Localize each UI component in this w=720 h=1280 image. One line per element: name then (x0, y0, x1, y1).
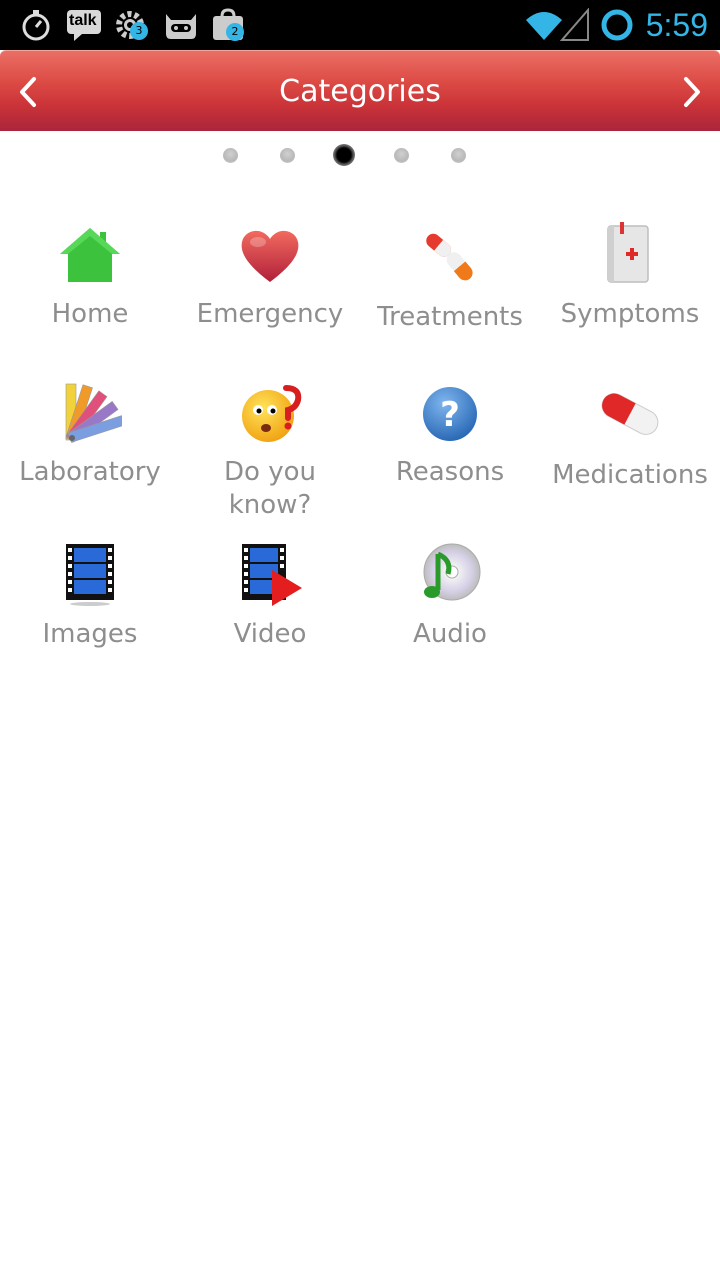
talk-label: talk (69, 12, 97, 29)
category-label: Treatments (377, 302, 523, 332)
house-icon (60, 228, 120, 282)
store-badge: 2 (226, 23, 244, 41)
music-cd-icon (423, 543, 481, 601)
cyanogen-icon (166, 14, 196, 39)
pill-icon (601, 393, 659, 435)
page-dot[interactable] (280, 148, 295, 163)
clock: 5:59 (645, 7, 708, 43)
category-laboratory[interactable]: Laboratory (0, 382, 180, 489)
category-treatments[interactable]: Treatments (360, 224, 540, 334)
category-emergency[interactable]: Emergency (180, 224, 360, 331)
category-images[interactable]: Images (0, 542, 180, 651)
talk-icon: talk (66, 8, 102, 42)
color-swatch-icon (65, 383, 122, 443)
category-label: Emergency (196, 299, 344, 329)
category-label: Video (233, 619, 307, 649)
video-play-icon (242, 544, 302, 606)
chevron-right-icon[interactable] (674, 75, 708, 109)
category-label: Do you know? (224, 457, 316, 520)
category-audio[interactable]: Audio (360, 542, 540, 651)
question-icon: ? (423, 387, 477, 441)
page-indicator (0, 143, 720, 167)
category-label: Reasons (395, 457, 505, 487)
category-reasons[interactable]: ? Reasons (360, 382, 540, 489)
page-dot[interactable] (394, 148, 409, 163)
category-home[interactable]: Home (0, 224, 180, 331)
first-aid-book-icon (607, 222, 649, 283)
page-dot-active[interactable] (333, 144, 355, 166)
svg-text:?: ? (440, 395, 460, 435)
wifi-icon (526, 12, 562, 40)
category-medications[interactable]: Medications (540, 382, 720, 492)
category-label: Laboratory (19, 457, 161, 487)
category-label: Audio (413, 619, 487, 649)
category-label: Images (42, 619, 138, 649)
thinking-face-icon (242, 385, 302, 442)
page-dot[interactable] (451, 148, 466, 163)
category-label: Home (51, 299, 129, 329)
page-title: Categories (279, 74, 441, 109)
play-store-icon: 2 (212, 8, 248, 42)
category-symptoms[interactable]: Symptoms (540, 222, 720, 331)
category-label: Medications (552, 460, 708, 490)
settings-icon: 3 (114, 8, 150, 42)
category-do-you-know[interactable]: Do you know? (180, 382, 360, 522)
ring-icon (601, 9, 633, 41)
heart-icon (241, 230, 299, 282)
header-bar: Categories (0, 50, 720, 131)
settings-badge: 3 (130, 22, 148, 40)
capsules-icon (426, 233, 473, 281)
stopwatch-icon (22, 10, 50, 41)
page-dot[interactable] (223, 148, 238, 163)
signal-icon (560, 8, 589, 41)
category-video[interactable]: Video (180, 542, 360, 651)
film-strip-icon (66, 544, 114, 606)
category-label: Symptoms (560, 299, 700, 329)
status-bar: talk 3 2 5:59 (0, 0, 720, 50)
